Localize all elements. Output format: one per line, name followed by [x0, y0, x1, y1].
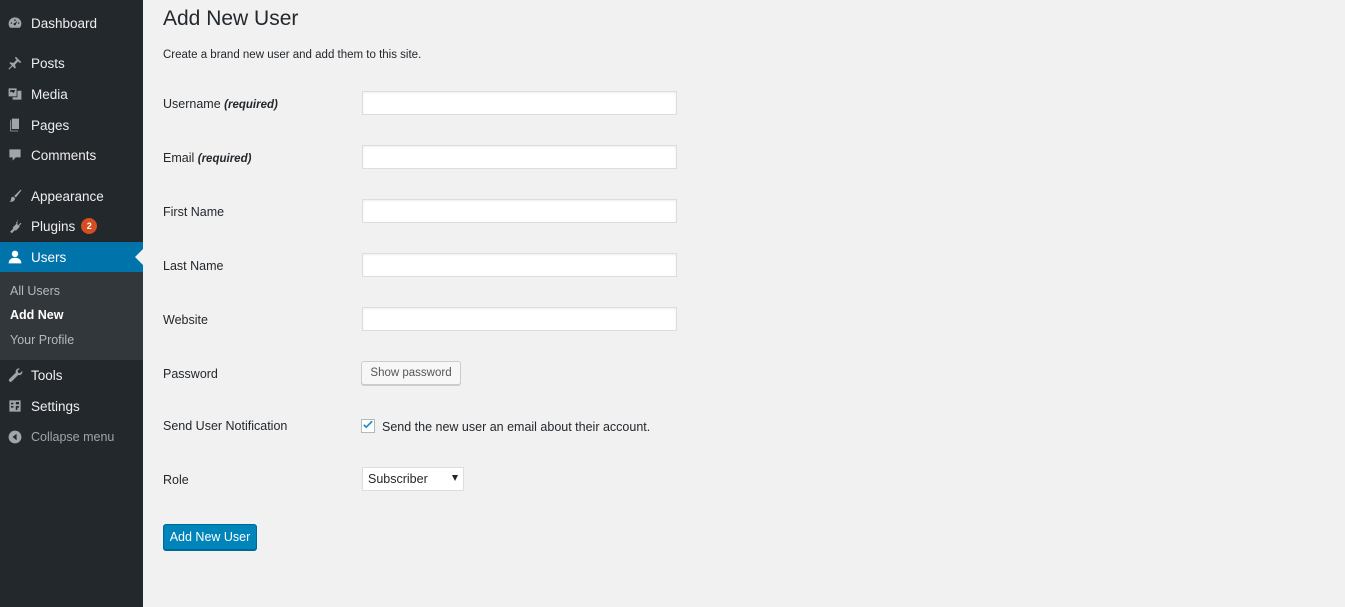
menu-item-appearance[interactable]: Appearance: [0, 181, 143, 211]
menu-label: Settings: [31, 398, 80, 414]
menu-label: Appearance: [31, 188, 104, 204]
menu-label: Pages: [31, 117, 70, 133]
menu-label: Collapse menu: [31, 430, 115, 444]
menu-label: Dashboard: [31, 15, 98, 31]
required-marker: (required): [224, 99, 278, 111]
menu-label: Plugins: [31, 218, 76, 234]
email-label-text: Email: [163, 151, 195, 165]
settings-icon: [7, 398, 23, 414]
required-marker: (required): [197, 153, 252, 165]
dashboard-icon: [7, 15, 23, 31]
menu-item-media[interactable]: Media: [0, 79, 143, 109]
first-name-label: First Name: [163, 205, 225, 219]
pin-icon: [7, 55, 23, 71]
username-label-text: Username: [163, 97, 221, 111]
submenu-item-add-new[interactable]: Add New: [10, 308, 63, 322]
collapse-icon: [7, 429, 23, 445]
send-notification-checkbox-label[interactable]: Send the new user an email about their a…: [382, 420, 650, 434]
menu-item-dashboard[interactable]: Dashboard: [0, 8, 143, 38]
pages-icon: [7, 117, 23, 133]
checkmark-icon: [363, 420, 373, 429]
first-name-input[interactable]: [362, 199, 677, 223]
wrench-icon: [7, 367, 23, 383]
last-name-input[interactable]: [362, 253, 677, 277]
menu-label: Comments: [31, 147, 97, 163]
submenu-item-your-profile[interactable]: Your Profile: [10, 333, 74, 347]
users-submenu: All Users Add New Your Profile: [0, 272, 143, 360]
page-title: Add New User: [163, 7, 299, 30]
admin-sidebar: Dashboard Posts Media Pages Comments App…: [0, 0, 143, 607]
role-select[interactable]: Subscriber: [362, 467, 464, 491]
menu-label: Posts: [31, 55, 65, 71]
password-label: Password: [163, 367, 218, 381]
brush-icon: [7, 188, 23, 204]
menu-item-pages[interactable]: Pages: [0, 110, 143, 140]
menu-item-posts[interactable]: Posts: [0, 48, 143, 78]
last-name-label: Last Name: [163, 259, 224, 273]
username-label: Username (required): [163, 97, 278, 111]
show-password-button[interactable]: Show password: [361, 361, 461, 385]
submenu-item-all-users[interactable]: All Users: [10, 284, 60, 298]
plugin-icon: [7, 218, 23, 234]
website-input[interactable]: [362, 307, 677, 331]
menu-item-plugins[interactable]: Plugins 2: [0, 211, 143, 241]
send-notification-checkbox[interactable]: [361, 419, 375, 433]
media-icon: [7, 86, 23, 102]
email-input[interactable]: [362, 145, 677, 169]
menu-item-tools[interactable]: Tools: [0, 360, 143, 390]
menu-item-users[interactable]: Users: [0, 242, 143, 272]
menu-item-comments[interactable]: Comments: [0, 140, 143, 170]
website-label: Website: [163, 313, 208, 327]
role-label: Role: [163, 473, 189, 487]
dropdown-arrow-icon: [452, 475, 458, 481]
username-input[interactable]: [362, 91, 677, 115]
menu-item-settings[interactable]: Settings: [0, 391, 143, 421]
collapse-menu-button[interactable]: Collapse menu: [0, 422, 143, 452]
menu-label: Users: [31, 249, 67, 265]
email-label: Email (required): [163, 151, 251, 165]
add-new-user-button[interactable]: Add New User: [163, 524, 257, 550]
send-notification-label: Send User Notification: [163, 419, 288, 433]
menu-label: Media: [31, 86, 68, 102]
page-description: Create a brand new user and add them to …: [163, 49, 422, 61]
menu-label: Tools: [31, 367, 63, 383]
role-select-value: Subscriber: [368, 472, 428, 486]
comment-icon: [7, 147, 23, 163]
plugins-update-badge: 2: [81, 218, 98, 234]
user-icon: [7, 249, 23, 265]
